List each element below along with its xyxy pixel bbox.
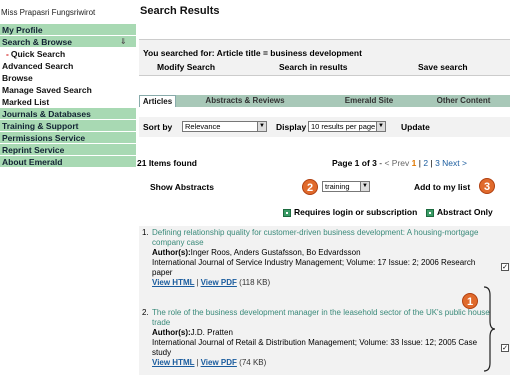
result-body: Defining relationship quality for custom… xyxy=(152,228,492,288)
result-number: 2. xyxy=(142,308,149,317)
view-pdf-link[interactable]: View PDF xyxy=(201,278,237,287)
sidebar-item-label: Quick Search xyxy=(10,49,66,59)
search-summary: You searched for: Article title = busine… xyxy=(143,48,362,58)
display-select-value: 10 results per page xyxy=(311,122,376,131)
tab-emerald-site[interactable]: Emerald Site xyxy=(334,95,404,107)
result-title-link[interactable]: Defining relationship quality for custom… xyxy=(152,228,492,248)
callout-badge-3: 3 xyxy=(479,178,495,194)
add-to-my-list-button[interactable]: Add to my list xyxy=(414,182,470,192)
authors-label: Author(s): xyxy=(152,248,191,257)
abstract-only-icon xyxy=(426,208,435,217)
page-link-1[interactable]: 1 xyxy=(412,158,417,168)
file-size: (118 KB) xyxy=(239,278,271,287)
chevron-down-icon: ⇓ xyxy=(120,37,127,46)
dash-icon: - xyxy=(6,49,9,59)
sidebar-nav: My Profile Search & Browse ⇓ - Quick Sear… xyxy=(0,24,136,168)
authors-value: Inger Roos, Anders Gustafsson, Bo Edvard… xyxy=(190,248,361,257)
sidebar-item-marked-list[interactable]: Marked List xyxy=(0,96,136,108)
display-select[interactable]: 10 results per page ▼ xyxy=(308,121,386,132)
sidebar-item-quick-search[interactable]: - Quick Search xyxy=(0,48,136,60)
legend-abstract-text: Abstract Only xyxy=(437,207,493,217)
training-select-value: training xyxy=(325,182,350,191)
content-tabs: Articles Abstracts & Reviews Emerald Sit… xyxy=(139,95,510,107)
result-checkbox[interactable]: ✓ xyxy=(501,263,509,271)
sidebar-item-label: Search & Browse xyxy=(2,37,72,47)
sidebar-item-search-browse[interactable]: Search & Browse ⇓ xyxy=(0,36,136,48)
items-found: 21 Items found xyxy=(137,158,197,168)
show-abstracts-label: Show Abstracts xyxy=(150,182,214,192)
callout-brace xyxy=(483,286,496,372)
file-size: (74 KB) xyxy=(239,358,267,367)
tab-other-content[interactable]: Other Content xyxy=(421,95,506,107)
sidebar-item-my-profile[interactable]: My Profile xyxy=(0,24,136,36)
result-checkbox[interactable]: ✓ xyxy=(501,344,509,352)
page-title: Search Results xyxy=(140,5,220,17)
page-link-3[interactable]: 3 xyxy=(435,158,440,168)
result-source: International Journal of Service Industr… xyxy=(152,258,476,277)
callout-badge-2: 2 xyxy=(302,179,318,195)
result-body: The role of the business development man… xyxy=(152,308,492,368)
sidebar-item-journals-databases[interactable]: Journals & Databases xyxy=(0,108,136,120)
login-required-icon xyxy=(283,208,291,217)
sidebar-item-about-emerald[interactable]: About Emerald xyxy=(0,156,136,168)
sidebar-item-permissions-service[interactable]: Permissions Service xyxy=(0,132,136,144)
chevron-down-icon: ▼ xyxy=(360,182,369,191)
user-name: Miss Prapasri Fungsriwirot xyxy=(1,8,96,17)
sidebar-item-reprint-service[interactable]: Reprint Service xyxy=(0,144,136,156)
sort-bar: Sort by Relevance ▼ Display 10 results p… xyxy=(139,117,510,137)
save-search-link[interactable]: Save search xyxy=(418,62,468,72)
page-link-2[interactable]: 2 xyxy=(423,158,428,168)
view-html-link[interactable]: View HTML xyxy=(152,278,195,287)
tab-abstracts-reviews[interactable]: Abstracts & Reviews xyxy=(186,95,304,107)
sidebar-item-training-support[interactable]: Training & Support xyxy=(0,120,136,132)
result-authors: Author(s):Inger Roos, Anders Gustafsson,… xyxy=(152,248,492,258)
sidebar-item-manage-saved-search[interactable]: Manage Saved Search xyxy=(0,84,136,96)
sidebar-item-browse[interactable]: Browse xyxy=(0,72,136,84)
authors-value: J.D. Pratten xyxy=(190,328,233,337)
tab-articles[interactable]: Articles xyxy=(139,95,176,107)
sort-select-value: Relevance xyxy=(185,122,221,131)
search-summary-box: You searched for: Article title = busine… xyxy=(139,39,510,76)
legend-login-text: Requires login or subscription xyxy=(294,207,418,217)
prev-link[interactable]: < Prev xyxy=(384,158,409,168)
callout-badge-1: 1 xyxy=(462,293,478,309)
result-title-link[interactable]: The role of the business development man… xyxy=(152,308,492,328)
update-button[interactable]: Update xyxy=(401,122,430,132)
result-source: International Journal of Retail & Distri… xyxy=(152,338,478,357)
access-legend: Requires login or subscription Abstract … xyxy=(283,207,493,217)
display-label: Display xyxy=(276,122,307,132)
page-info: Page 1 of 3 xyxy=(332,158,377,168)
sort-by-label: Sort by xyxy=(143,122,173,132)
chevron-down-icon: ▼ xyxy=(257,122,266,131)
results-list: 1. Defining relationship quality for cus… xyxy=(139,226,510,375)
chevron-down-icon: ▼ xyxy=(376,122,385,131)
result-number: 1. xyxy=(142,228,149,237)
sort-select[interactable]: Relevance ▼ xyxy=(182,121,267,132)
pagination: Page 1 of 3 - < Prev 1 | 2 | 3 Next > xyxy=(332,158,467,168)
view-html-link[interactable]: View HTML xyxy=(152,358,195,367)
authors-label: Author(s): xyxy=(152,328,191,337)
sidebar-item-advanced-search[interactable]: Advanced Search xyxy=(0,60,136,72)
search-in-results-link[interactable]: Search in results xyxy=(279,62,348,72)
result-links: View HTML | View PDF (118 KB) xyxy=(152,278,271,287)
training-select[interactable]: training ▼ xyxy=(322,181,370,192)
result-links: View HTML | View PDF (74 KB) xyxy=(152,358,267,367)
view-pdf-link[interactable]: View PDF xyxy=(201,358,237,367)
result-authors: Author(s):J.D. Pratten xyxy=(152,328,492,338)
modify-search-link[interactable]: Modify Search xyxy=(157,62,215,72)
next-link[interactable]: Next > xyxy=(442,158,467,168)
